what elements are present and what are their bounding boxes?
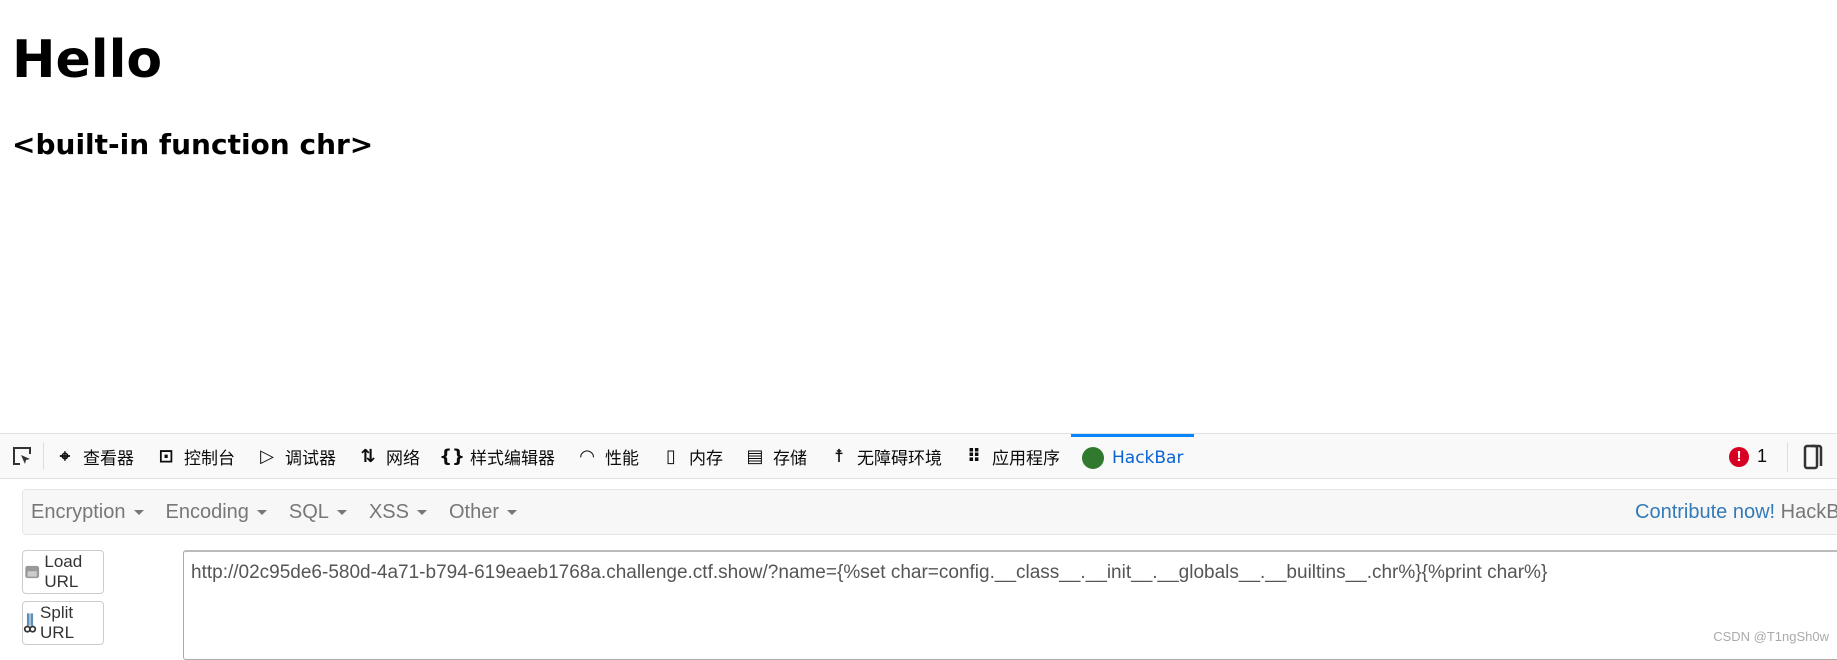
application-icon: ⠿ <box>966 445 982 467</box>
tab-label: 性能 <box>605 448 639 469</box>
menu-label: SQL <box>288 500 329 523</box>
devtools-panel: ⌖ 查看器 ⊡ 控制台 ▷ 调试器 ⇅ 网络 {} 样式编辑器 ◠ 性能 ▯ 内存 ▤ 存储 ☨… <box>0 433 1837 660</box>
caret-down-icon <box>256 509 267 515</box>
tab-label: 无障碍环境 <box>857 448 942 469</box>
tab-label: 存储 <box>773 448 807 469</box>
inspector-icon: ⌖ <box>59 445 71 467</box>
devtools-toolbar: ⌖ 查看器 ⊡ 控制台 ▷ 调试器 ⇅ 网络 {} 样式编辑器 ◠ 性能 ▯ 内存 ▤ 存储 ☨… <box>0 433 1837 479</box>
tab-label: 内存 <box>689 448 723 469</box>
tab-inspector[interactable]: ⌖ 查看器 <box>44 434 145 479</box>
menu-label: XSS <box>368 500 409 523</box>
menu-xss[interactable]: XSS <box>361 501 441 524</box>
tab-label: 调试器 <box>285 448 336 469</box>
url-textarea[interactable]: http://02c95de6-580d-4a71-b794-619eaeb17… <box>183 550 1837 660</box>
split-url-label: Split URL <box>40 603 75 642</box>
memory-icon: ▯ <box>666 445 676 467</box>
contribute-link[interactable]: Contribute now! <box>1635 501 1775 523</box>
page-subheading: <built-in function chr> <box>12 128 374 161</box>
page-heading: Hello <box>12 30 163 90</box>
accessibility-icon: ☨ <box>834 445 844 467</box>
tab-label: 查看器 <box>83 448 134 469</box>
contribute-suffix: HackBar <box>1780 501 1837 523</box>
tab-network[interactable]: ⇅ 网络 <box>347 434 431 479</box>
load-url-label: Load URL <box>44 552 83 591</box>
tab-hackbar[interactable]: HackBar <box>1071 433 1195 479</box>
storage-icon: ▤ <box>746 445 764 467</box>
debugger-icon: ▷ <box>260 445 274 467</box>
menu-label: Other <box>448 500 499 523</box>
watermark: CSDN @T1ngSh0w <box>1713 629 1829 644</box>
menu-sql[interactable]: SQL <box>281 501 361 524</box>
error-count[interactable]: ! 1 <box>1728 434 1767 479</box>
error-icon: ! <box>1728 446 1749 467</box>
menu-encryption[interactable]: Encryption <box>23 501 158 524</box>
tab-label: HackBar <box>1112 447 1184 468</box>
menu-encoding[interactable]: Encoding <box>158 501 281 524</box>
caret-down-icon <box>507 509 517 515</box>
performance-icon: ◠ <box>580 445 594 467</box>
tab-performance[interactable]: ◠ 性能 <box>566 434 650 479</box>
tab-storage[interactable]: ▤ 存储 <box>734 434 818 479</box>
tab-console[interactable]: ⊡ 控制台 <box>145 434 246 479</box>
load-url-icon <box>25 565 40 579</box>
caret-down-icon <box>416 509 427 515</box>
responsive-design-button[interactable] <box>1787 442 1837 472</box>
caret-down-icon <box>336 509 347 515</box>
element-picker-button[interactable] <box>0 442 44 470</box>
tab-label: 控制台 <box>184 448 235 469</box>
hackbar-icon <box>1082 446 1104 469</box>
tab-application[interactable]: ⠿ 应用程序 <box>953 434 1071 479</box>
tab-label: 网络 <box>386 448 420 469</box>
menu-other[interactable]: Other <box>441 501 531 524</box>
error-count-value: 1 <box>1756 446 1767 466</box>
page-content: Hello <built-in function chr> <box>0 0 1837 433</box>
caret-down-icon <box>133 509 144 515</box>
tab-memory[interactable]: ▯ 内存 <box>650 434 734 479</box>
console-icon: ⊡ <box>158 445 174 467</box>
split-url-button[interactable]: Split URL <box>22 601 104 645</box>
tab-style-editor[interactable]: {} 样式编辑器 <box>431 434 566 479</box>
tab-accessibility[interactable]: ☨ 无障碍环境 <box>818 434 953 479</box>
menu-label: Encoding <box>165 500 249 523</box>
tab-label: 样式编辑器 <box>470 448 555 469</box>
load-url-button[interactable]: Load URL <box>22 550 104 594</box>
contribute-banner: Contribute now! HackBar <box>1635 501 1837 524</box>
tab-debugger[interactable]: ▷ 调试器 <box>246 434 347 479</box>
style-editor-icon: {} <box>439 445 465 467</box>
scissors-icon <box>23 613 37 633</box>
menu-label: Encryption <box>31 500 126 523</box>
hackbar-menubar: Encryption Encoding SQL XSS Other Contri… <box>22 489 1837 535</box>
network-icon: ⇅ <box>360 445 376 467</box>
responsive-design-icon <box>1803 444 1822 470</box>
element-picker-icon <box>12 447 31 465</box>
tab-label: 应用程序 <box>992 448 1060 469</box>
